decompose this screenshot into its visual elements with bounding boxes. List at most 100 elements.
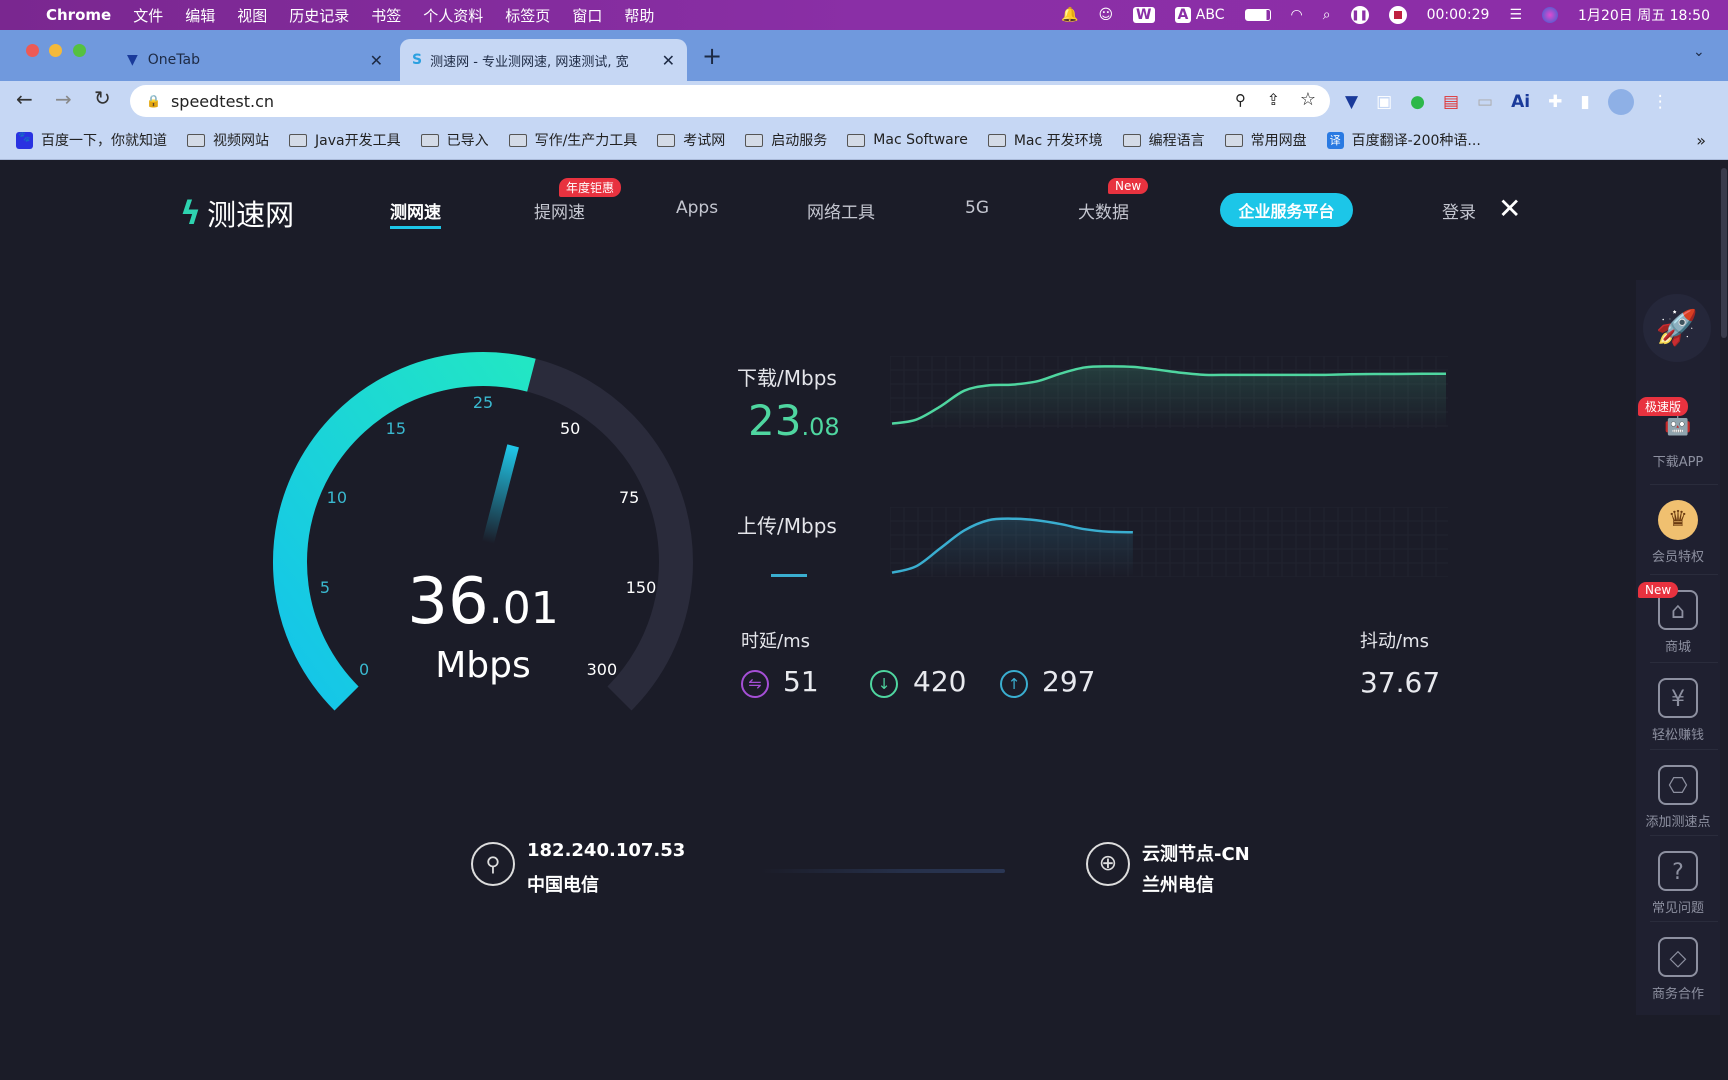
sidebar-item[interactable]: ? 常见问题 [1636,851,1720,916]
menu-app-name[interactable]: Chrome [46,6,111,24]
nav-item[interactable]: 测网速 [390,198,441,229]
search-icon[interactable]: ⌕ [1323,7,1331,23]
site-logo[interactable]: ϟ 测速网 [180,192,294,234]
network-node-icon: ⎔ [1658,765,1698,805]
bookmark-item[interactable]: 编程语言 [1122,130,1205,150]
extensions-puzzle-icon[interactable]: ✚ [1548,92,1562,112]
notes-extension-icon[interactable]: ▤ [1443,92,1459,112]
client-ip: 182.240.107.53 [527,840,686,861]
window-close-button[interactable] [26,44,39,57]
lock-icon[interactable]: 🔒 [146,94,161,108]
window-zoom-button[interactable] [73,44,86,57]
location-blocked-icon[interactable]: ⚲ [1235,91,1246,109]
tab-title: OneTab [147,52,200,68]
bookmark-item[interactable]: 已导入 [420,130,489,150]
bookmark-item[interactable]: Mac Software [847,132,968,148]
menu-help[interactable]: 帮助 [624,5,654,26]
wps-icon[interactable]: W [1133,7,1155,23]
extension-badge-icon[interactable]: ▣ [1376,92,1392,112]
onetab-extension-icon[interactable]: ▼ [1345,92,1358,112]
idle-latency-icon: ⇋ [741,670,769,698]
window-minimize-button[interactable] [49,44,62,57]
bookmark-item[interactable]: 🐾 百度一下，你就知道 [16,130,167,150]
bookmark-item[interactable]: Mac 开发环境 [987,130,1103,150]
bookmark-item[interactable]: 常用网盘 [1224,130,1307,150]
download-latency-icon: ↓ [870,670,898,698]
chrome-menu-icon[interactable]: ⋮ [1652,92,1669,112]
sidebar-badge: 极速版 [1638,397,1689,416]
reload-button[interactable]: ↻ [94,86,111,110]
ai-extension-icon[interactable]: Ai [1511,92,1530,112]
new-tab-button[interactable]: + [702,42,722,70]
nav-item[interactable]: 网络工具 [807,198,875,223]
folder-icon [289,133,307,147]
client-isp: 中国电信 [527,875,599,896]
profile-avatar[interactable] [1607,89,1634,115]
gauge-tick-label: 25 [473,393,493,412]
face-icon[interactable]: ☺ [1098,7,1113,23]
tab-search-chevron-icon[interactable]: ⌄ [1693,44,1705,60]
divider [1650,484,1718,485]
sidebar-item[interactable]: 🤖 下载APP 极速版 [1636,397,1720,470]
pause-icon[interactable]: ❚❚ [1350,6,1369,24]
nav-item[interactable]: Apps [676,198,718,218]
scrollbar-thumb[interactable] [1721,168,1727,338]
address-bar[interactable]: 🔒 speedtest.cn ⚲ ⇪ ☆ [130,85,1330,117]
menubar-clock[interactable]: 1月20日 周五 18:50 [1578,5,1710,25]
tab-title: 测速网 - 专业测网速, 网速测试, 宽 [430,54,629,70]
bookmark-item[interactable]: 启动服务 [745,130,827,150]
input-method[interactable]: A ABC [1174,7,1225,23]
control-center-icon[interactable]: ☰ [1509,7,1522,23]
bookmark-star-icon[interactable]: ☆ [1300,89,1316,110]
enterprise-platform-button[interactable]: 企业服务平台 [1220,193,1353,227]
wifi-icon[interactable]: ◠ [1291,7,1303,23]
sidebar-item[interactable]: ◇ 商务合作 [1636,937,1720,1002]
close-icon[interactable]: ✕ [1498,192,1521,225]
sidebar-item[interactable]: ♛ 会员特权 [1636,500,1720,565]
tab-onetab[interactable]: ▼ OneTab ✕ [115,39,395,81]
record-stop-icon[interactable] [1388,6,1407,24]
gauge-tick-label: 75 [619,488,639,507]
sidebar-item[interactable]: ⌂ 商城 New [1636,582,1720,655]
nav-item[interactable]: 提网速 [534,198,585,223]
sidebar-item[interactable]: ¥ 轻松赚钱 [1636,678,1720,743]
nav-item[interactable]: 5G [965,198,989,218]
battery-icon[interactable] [1244,9,1271,21]
page-scrollbar[interactable] [1720,160,1728,1080]
side-panel-icon[interactable]: ▮ [1580,92,1589,112]
siri-icon[interactable] [1542,7,1559,23]
menu-edit[interactable]: 编辑 [185,5,215,26]
close-tab-icon[interactable]: ✕ [662,51,675,70]
nav-item[interactable]: 大数据 [1078,198,1129,223]
reader-extension-icon[interactable]: ▭ [1477,92,1493,112]
tab-speedtest[interactable]: S 测速网 - 专业测网速, 网速测试, 宽 ✕ [400,39,687,81]
share-icon[interactable]: ⇪ [1267,90,1280,109]
bookmark-item[interactable]: Java开发工具 [289,130,401,150]
evernote-icon[interactable]: ● [1410,92,1425,112]
series-area [892,366,1446,428]
bookmarks-overflow-icon[interactable]: » [1696,131,1706,150]
forward-button[interactable]: → [55,87,72,111]
menu-view[interactable]: 视图 [237,5,267,26]
back-button[interactable]: ← [16,87,33,111]
bookmark-item[interactable]: 视频网站 [187,130,269,150]
menu-tabs[interactable]: 标签页 [505,5,550,26]
sidebar-item[interactable]: ⎔ 添加测速点 [1636,765,1720,830]
server-name[interactable]: 云测节点-CN [1142,840,1250,866]
bookmark-item[interactable]: 写作/生产力工具 [508,130,637,150]
folder-icon [1224,133,1243,147]
notification-icon[interactable]: 🔔 [1061,7,1078,23]
login-link[interactable]: 登录 [1442,198,1476,223]
rocket-icon[interactable]: 🚀 [1643,294,1711,362]
menu-file[interactable]: 文件 [133,5,163,26]
menu-bookmarks[interactable]: 书签 [371,5,401,26]
folder-icon [187,133,205,147]
menu-window[interactable]: 窗口 [572,5,602,26]
bookmark-item[interactable]: 译百度翻译-200种语... [1326,130,1481,150]
close-tab-icon[interactable]: ✕ [370,51,383,70]
address-url[interactable]: speedtest.cn [171,92,274,111]
bookmark-item[interactable]: 考试网 [657,130,725,150]
menu-history[interactable]: 历史记录 [289,5,349,26]
menu-profiles[interactable]: 个人资料 [423,5,483,26]
upload-latency-icon: ↑ [1000,670,1028,698]
